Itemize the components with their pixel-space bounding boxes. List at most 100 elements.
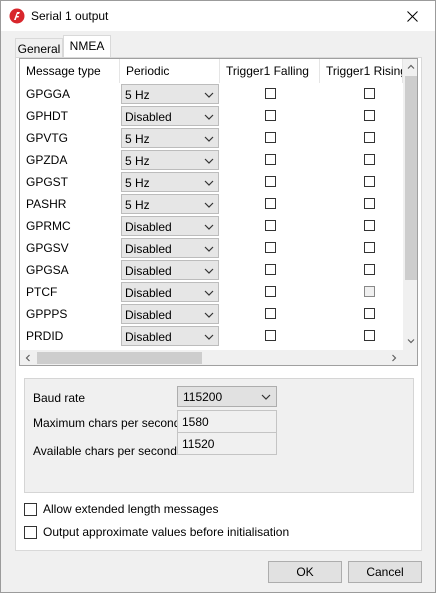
extended-length-checkbox[interactable] [24, 503, 37, 516]
column-header-periodic[interactable]: Periodic [120, 59, 220, 83]
chevron-down-icon [204, 114, 214, 120]
periodic-value: 5 Hz [125, 198, 150, 212]
trigger1-rising-checkbox[interactable] [364, 132, 375, 143]
trigger1-falling-checkbox[interactable] [265, 220, 276, 231]
periodic-select[interactable]: 5 Hz [121, 150, 219, 170]
periodic-value: 5 Hz [125, 88, 150, 102]
column-header-message-type[interactable]: Message type [20, 59, 120, 83]
scroll-left-icon[interactable] [24, 354, 32, 362]
available-chars-field: 11520 [177, 432, 277, 455]
periodic-select[interactable]: Disabled [121, 106, 219, 126]
periodic-select[interactable]: 5 Hz [121, 172, 219, 192]
horizontal-scrollbar[interactable] [20, 350, 417, 365]
table-row: PASHR 5 Hz [20, 193, 403, 215]
horizontal-scroll-thumb[interactable] [37, 352, 202, 364]
trigger1-rising-checkbox[interactable] [364, 176, 375, 187]
periodic-select[interactable]: Disabled [121, 216, 219, 236]
chevron-down-icon [204, 136, 214, 142]
trigger1-falling-checkbox[interactable] [265, 242, 276, 253]
trigger1-rising-checkbox[interactable] [364, 242, 375, 253]
trigger1-falling-checkbox[interactable] [265, 110, 276, 121]
tab-nmea[interactable]: NMEA [63, 35, 111, 58]
chevron-down-icon [204, 334, 214, 340]
message-type-cell: GPGST [26, 175, 69, 189]
chevron-down-icon [204, 202, 214, 208]
trigger1-falling-checkbox[interactable] [265, 264, 276, 275]
periodic-value: Disabled [125, 110, 172, 124]
baud-rate-select[interactable]: 115200 [177, 386, 277, 407]
periodic-value: Disabled [125, 308, 172, 322]
chevron-down-icon [204, 158, 214, 164]
dialog-window: Serial 1 output General NMEA Message typ… [0, 0, 436, 593]
vertical-scroll-thumb[interactable] [405, 76, 417, 280]
available-chars-label: Available chars per second [33, 444, 177, 458]
scroll-right-icon[interactable] [390, 354, 398, 362]
periodic-value: Disabled [125, 264, 172, 278]
trigger1-falling-checkbox[interactable] [265, 286, 276, 297]
table-row: GPHDT Disabled [20, 105, 403, 127]
chevron-down-icon [204, 290, 214, 296]
trigger1-rising-checkbox[interactable] [364, 286, 375, 297]
scroll-up-icon[interactable] [407, 63, 415, 71]
trigger1-falling-checkbox[interactable] [265, 308, 276, 319]
table-row: PTCF Disabled [20, 281, 403, 303]
chevron-down-icon [204, 268, 214, 274]
periodic-select[interactable]: Disabled [121, 260, 219, 280]
trigger1-rising-checkbox[interactable] [364, 330, 375, 341]
periodic-value: 5 Hz [125, 154, 150, 168]
trigger1-rising-checkbox[interactable] [364, 110, 375, 121]
close-button[interactable] [390, 1, 435, 31]
chevron-down-icon [204, 224, 214, 230]
nmea-message-grid[interactable]: Message type Periodic Trigger1 Falling T… [19, 58, 418, 366]
approx-values-checkbox[interactable] [24, 526, 37, 539]
periodic-select[interactable]: Disabled [121, 238, 219, 258]
periodic-value: Disabled [125, 220, 172, 234]
app-logo-icon [9, 8, 25, 24]
trigger1-falling-checkbox[interactable] [265, 330, 276, 341]
periodic-value: Disabled [125, 330, 172, 344]
close-icon [407, 10, 418, 22]
chevron-down-icon [204, 92, 214, 98]
periodic-value: 5 Hz [125, 176, 150, 190]
trigger1-rising-checkbox[interactable] [364, 264, 375, 275]
table-row: GPZDA 5 Hz [20, 149, 403, 171]
trigger1-falling-checkbox[interactable] [265, 154, 276, 165]
column-header-trigger1-falling[interactable]: Trigger1 Falling [220, 59, 320, 83]
tab-general[interactable]: General [15, 38, 63, 58]
trigger1-rising-checkbox[interactable] [364, 154, 375, 165]
message-type-cell: GPGSV [26, 241, 69, 255]
vertical-scrollbar[interactable] [403, 59, 417, 350]
column-header-trigger1-rising[interactable]: Trigger1 Rising [320, 59, 403, 83]
periodic-select[interactable]: Disabled [121, 282, 219, 302]
trigger1-falling-checkbox[interactable] [265, 132, 276, 143]
trigger1-rising-checkbox[interactable] [364, 220, 375, 231]
cancel-button[interactable]: Cancel [348, 561, 422, 583]
chevron-down-icon [204, 312, 214, 318]
ok-button[interactable]: OK [268, 561, 342, 583]
periodic-select[interactable]: 5 Hz [121, 194, 219, 214]
trigger1-falling-checkbox[interactable] [265, 176, 276, 187]
trigger1-rising-checkbox[interactable] [364, 198, 375, 209]
table-row: GPGST 5 Hz [20, 171, 403, 193]
trigger1-rising-checkbox[interactable] [364, 88, 375, 99]
periodic-select[interactable]: 5 Hz [121, 128, 219, 148]
trigger1-rising-checkbox[interactable] [364, 308, 375, 319]
window-title: Serial 1 output [31, 9, 109, 23]
message-type-cell: GPGGA [26, 87, 71, 101]
periodic-select[interactable]: Disabled [121, 304, 219, 324]
table-row: GPGSV Disabled [20, 237, 403, 259]
table-row: GPRMC Disabled [20, 215, 403, 237]
grid-header: Message type Periodic Trigger1 Falling T… [20, 59, 403, 83]
scroll-down-icon[interactable] [407, 337, 415, 345]
message-type-cell: GPZDA [26, 153, 68, 167]
chevron-down-icon [204, 246, 214, 252]
table-row: GPVTG 5 Hz [20, 127, 403, 149]
trigger1-falling-checkbox[interactable] [265, 198, 276, 209]
table-row: GPGGA 5 Hz [20, 83, 403, 105]
trigger1-falling-checkbox[interactable] [265, 88, 276, 99]
periodic-select[interactable]: 5 Hz [121, 84, 219, 104]
message-type-cell: GPHDT [26, 109, 68, 123]
periodic-select[interactable]: Disabled [121, 326, 219, 346]
message-type-cell: GPPPS [26, 307, 68, 321]
baud-rate-value: 115200 [183, 390, 223, 404]
